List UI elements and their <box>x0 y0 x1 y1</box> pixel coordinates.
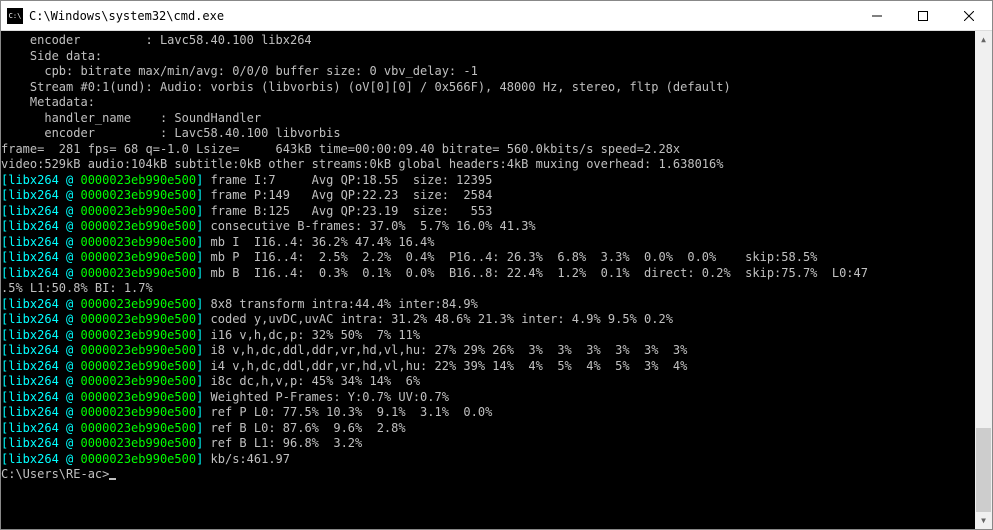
close-button[interactable] <box>946 1 992 30</box>
content-area: encoder : Lavc58.40.100 libx264 Side dat… <box>1 31 992 529</box>
output-line: [libx264 @ 0000023eb990e500] ref B L0: 8… <box>1 421 973 437</box>
output-line: handler_name : SoundHandler <box>1 111 973 127</box>
output-line: [libx264 @ 0000023eb990e500] ref P L0: 7… <box>1 405 973 421</box>
close-icon <box>964 11 974 21</box>
window-controls <box>854 1 992 30</box>
output-line: .5% L1:50.8% BI: 1.7% <box>1 281 973 297</box>
titlebar[interactable]: C:\Windows\system32\cmd.exe <box>1 1 992 31</box>
output-line: frame= 281 fps= 68 q=-1.0 Lsize= 643kB t… <box>1 142 973 158</box>
cmd-icon <box>7 8 23 24</box>
output-line: [libx264 @ 0000023eb990e500] mb B I16..4… <box>1 266 973 282</box>
scroll-down-button[interactable]: ▼ <box>975 512 992 529</box>
output-line: [libx264 @ 0000023eb990e500] coded y,uvD… <box>1 312 973 328</box>
output-line: [libx264 @ 0000023eb990e500] i4 v,h,dc,d… <box>1 359 973 375</box>
terminal-output[interactable]: encoder : Lavc58.40.100 libx264 Side dat… <box>1 31 975 529</box>
output-line: [libx264 @ 0000023eb990e500] frame P:149… <box>1 188 973 204</box>
output-line: [libx264 @ 0000023eb990e500] 8x8 transfo… <box>1 297 973 313</box>
output-line: [libx264 @ 0000023eb990e500] frame B:125… <box>1 204 973 220</box>
output-line: video:529kB audio:104kB subtitle:0kB oth… <box>1 157 973 173</box>
cmd-window: C:\Windows\system32\cmd.exe encoder : La… <box>0 0 993 530</box>
scroll-track[interactable] <box>975 48 992 512</box>
output-line: encoder : Lavc58.40.100 libvorbis <box>1 126 973 142</box>
output-line: [libx264 @ 0000023eb990e500] consecutive… <box>1 219 973 235</box>
output-line: [libx264 @ 0000023eb990e500] ref B L1: 9… <box>1 436 973 452</box>
output-line: [libx264 @ 0000023eb990e500] Weighted P-… <box>1 390 973 406</box>
minimize-icon <box>872 11 882 21</box>
maximize-button[interactable] <box>900 1 946 30</box>
scroll-thumb[interactable] <box>976 428 991 512</box>
output-line: Stream #0:1(und): Audio: vorbis (libvorb… <box>1 80 973 96</box>
prompt-line[interactable]: C:\Users\RE-ac> <box>1 467 973 483</box>
minimize-button[interactable] <box>854 1 900 30</box>
output-line: [libx264 @ 0000023eb990e500] i8c dc,h,v,… <box>1 374 973 390</box>
cursor <box>109 478 116 480</box>
output-line: cpb: bitrate max/min/avg: 0/0/0 buffer s… <box>1 64 973 80</box>
window-title: C:\Windows\system32\cmd.exe <box>29 9 854 23</box>
output-line: Side data: <box>1 49 973 65</box>
output-line: Metadata: <box>1 95 973 111</box>
output-line: [libx264 @ 0000023eb990e500] kb/s:461.97 <box>1 452 973 468</box>
output-line: [libx264 @ 0000023eb990e500] i8 v,h,dc,d… <box>1 343 973 359</box>
maximize-icon <box>918 11 928 21</box>
output-line: [libx264 @ 0000023eb990e500] i16 v,h,dc,… <box>1 328 973 344</box>
output-line: encoder : Lavc58.40.100 libx264 <box>1 33 973 49</box>
output-line: [libx264 @ 0000023eb990e500] frame I:7 A… <box>1 173 973 189</box>
scroll-up-button[interactable]: ▲ <box>975 31 992 48</box>
output-line: [libx264 @ 0000023eb990e500] mb I I16..4… <box>1 235 973 251</box>
scrollbar[interactable]: ▲ ▼ <box>975 31 992 529</box>
output-line: [libx264 @ 0000023eb990e500] mb P I16..4… <box>1 250 973 266</box>
